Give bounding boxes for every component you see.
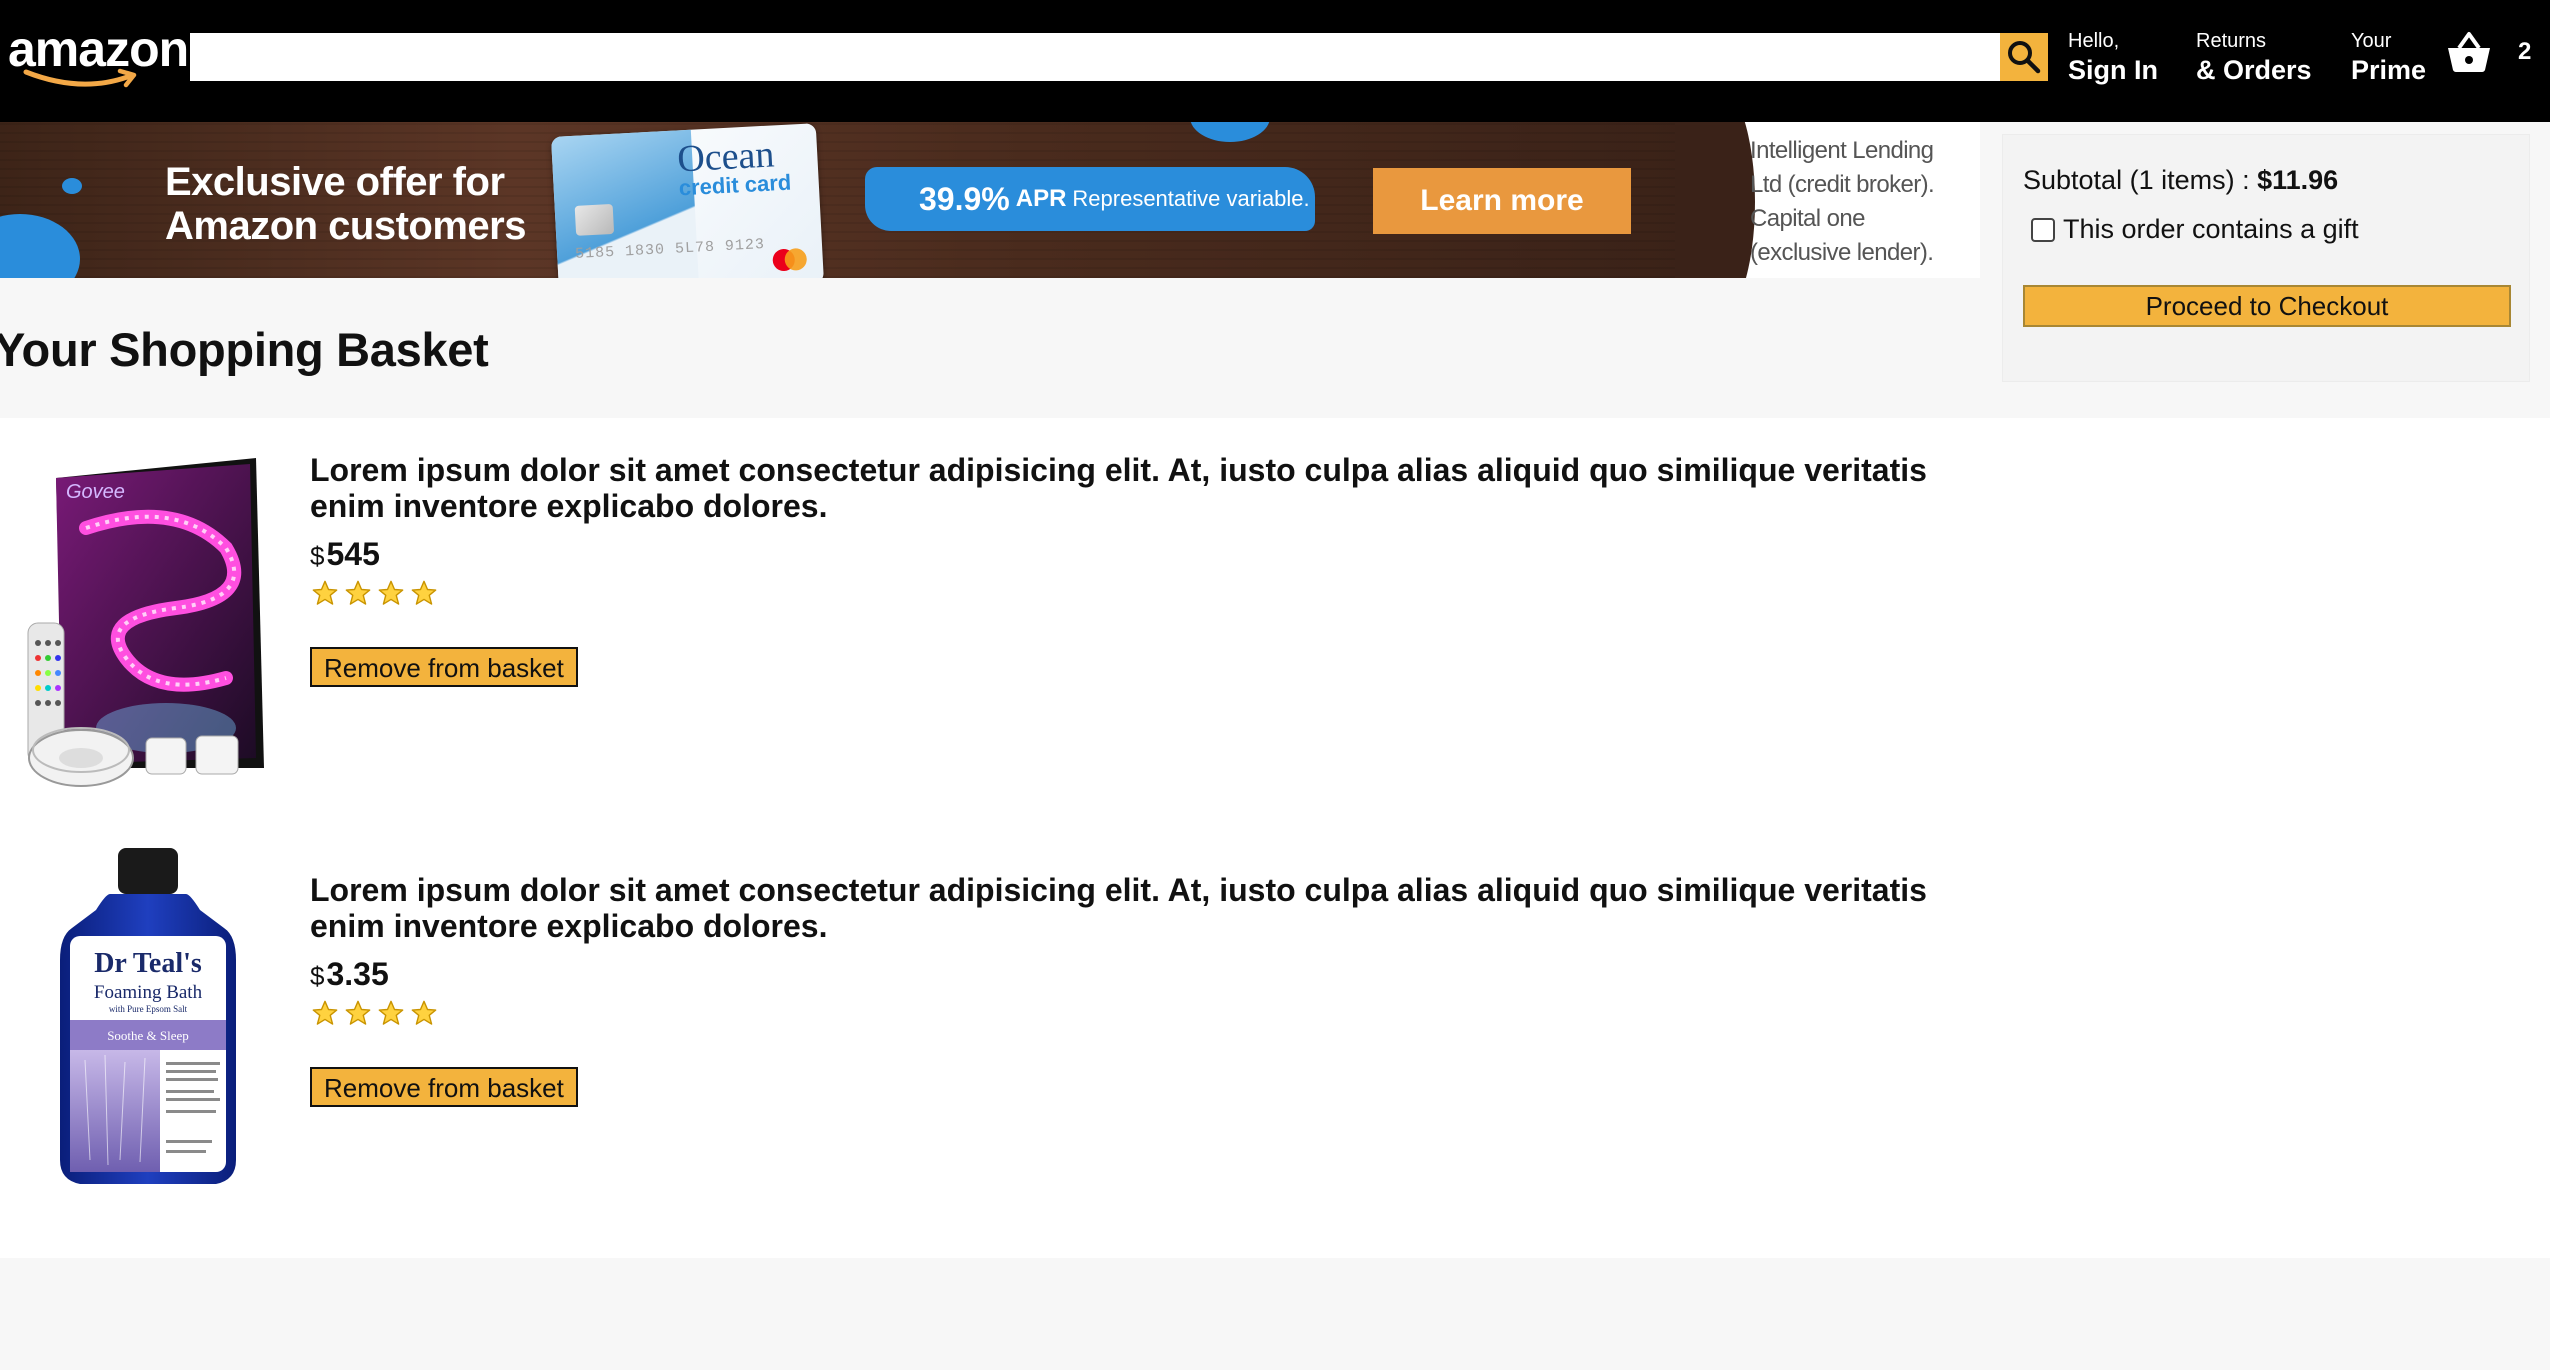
remove-from-basket-button[interactable]: Remove from basket [310, 647, 578, 687]
logo-smile-icon [23, 68, 137, 88]
apr-banner: 39.9% APR Representative variable. [865, 167, 1315, 231]
nav-prime-line1: Your [2351, 30, 2392, 52]
price-value: 3.35 [326, 956, 389, 992]
learn-more-button[interactable]: Learn more [1373, 168, 1631, 234]
nav-sign-in-line2: Sign In [2068, 55, 2158, 85]
item-title[interactable]: Lorem ipsum dolor sit amet consectetur a… [310, 872, 1960, 944]
price-value: 545 [326, 536, 380, 572]
card-chip-icon [574, 203, 615, 236]
star-icon [378, 1000, 404, 1025]
nav-sign-in[interactable]: Hello, Sign In [2068, 28, 2158, 86]
ad-headline-line2: Amazon customers [165, 204, 526, 248]
ad-legal-line3: Capital one [1750, 205, 1865, 232]
ad-legal-line4: (exclusive lender). [1750, 239, 1934, 266]
apr-description: Representative variable. [1072, 186, 1310, 211]
proceed-to-checkout-button[interactable]: Proceed to Checkout [2023, 285, 2511, 327]
nav-prime-line2: Prime [2351, 55, 2427, 85]
price-currency: $ [310, 961, 325, 991]
basket-item: Dr Teal's Foaming Bath with Pure Epsom S… [0, 838, 1980, 1258]
ad-blob-small [62, 178, 82, 194]
gift-label: This order contains a gift [2063, 214, 2359, 244]
header: amazon Hello, Sign In Returns & Orders Y… [0, 0, 2550, 122]
bottle-product: Foaming Bath [94, 982, 203, 1003]
basket-icon [2448, 32, 2490, 72]
star-icon [312, 1000, 338, 1025]
product-image-led-strip[interactable]: Govee [26, 458, 271, 808]
search-icon [2008, 41, 2041, 74]
bottle-subline: with Pure Epsom Salt [109, 1004, 188, 1014]
ad-banner[interactable]: Exclusive offer for Amazon customers Oce… [0, 122, 1980, 278]
basket-items: Govee Lorem ipsum dolor sit amet consect… [0, 418, 2550, 1258]
item-title[interactable]: Lorem ipsum dolor sit amet consectetur a… [310, 452, 1960, 524]
credit-card-image: Ocean credit card 5185 1830 5L78 9123 [550, 123, 825, 278]
page-title: Your Shopping Basket [0, 323, 489, 376]
item-info: Lorem ipsum dolor sit amet consectetur a… [310, 452, 1960, 687]
nav-returns-line1: Returns [2196, 30, 2267, 52]
subtotal-amount: $11.96 [2257, 165, 2339, 195]
product-image-brand: Govee [66, 481, 125, 503]
mastercard-icon [772, 248, 807, 272]
amazon-logo[interactable]: amazon [8, 22, 189, 92]
nav-sign-in-line1: Hello, [2068, 30, 2120, 52]
item-price: $ 545 [310, 536, 1960, 573]
ad-headline: Exclusive offer for Amazon customers [165, 160, 526, 248]
basket-link[interactable]: 2 [2446, 30, 2531, 74]
search-input[interactable] [190, 33, 2001, 81]
ad-headline-line1: Exclusive offer for [165, 160, 505, 204]
item-price: $ 3.35 [310, 956, 1960, 993]
basket-item: Govee Lorem ipsum dolor sit amet consect… [0, 418, 1980, 838]
nav-returns-line2: & Orders [2196, 55, 2312, 85]
gift-checkbox[interactable] [2031, 217, 2055, 242]
item-rating [310, 999, 1960, 1027]
nav-returns-orders[interactable]: Returns & Orders [2196, 28, 2312, 86]
subtotal-label: Subtotal (1 items) : [2023, 165, 2258, 195]
star-icon [378, 580, 404, 605]
bottle-variant: Soothe & Sleep [107, 1028, 189, 1043]
item-info: Lorem ipsum dolor sit amet consectetur a… [310, 872, 1960, 1107]
star-icon [345, 1000, 371, 1025]
price-currency: $ [310, 541, 325, 571]
subtotal-line: Subtotal (1 items) : $11.96 [2023, 165, 2509, 196]
star-icon [411, 1000, 437, 1025]
item-rating [310, 579, 1960, 607]
star-icon [411, 580, 437, 605]
remove-from-basket-button[interactable]: Remove from basket [310, 1067, 578, 1107]
gift-option[interactable]: This order contains a gift [2023, 214, 2509, 245]
apr-value: 39.9% [919, 180, 1010, 217]
card-subtitle: credit card [678, 169, 792, 201]
bottle-brand: Dr Teal's [94, 948, 202, 979]
nav-prime[interactable]: Your Prime [2351, 28, 2426, 86]
apr-label: APR [1015, 185, 1067, 212]
product-image-bath-foam[interactable]: Dr Teal's Foaming Bath with Pure Epsom S… [40, 840, 255, 1190]
star-icon [345, 580, 371, 605]
ad-legal-line2: Ltd (credit broker). [1750, 171, 1935, 198]
subtotal-panel: Subtotal (1 items) : $11.96 This order c… [2002, 134, 2530, 382]
star-icon [312, 580, 338, 605]
basket-count: 2 [2518, 38, 2532, 65]
ad-legal-line1: Intelligent Lending [1750, 137, 1934, 164]
ad-legal-text: Intelligent Lending Ltd (credit broker).… [1750, 134, 1965, 270]
search-button[interactable] [2000, 33, 2048, 81]
